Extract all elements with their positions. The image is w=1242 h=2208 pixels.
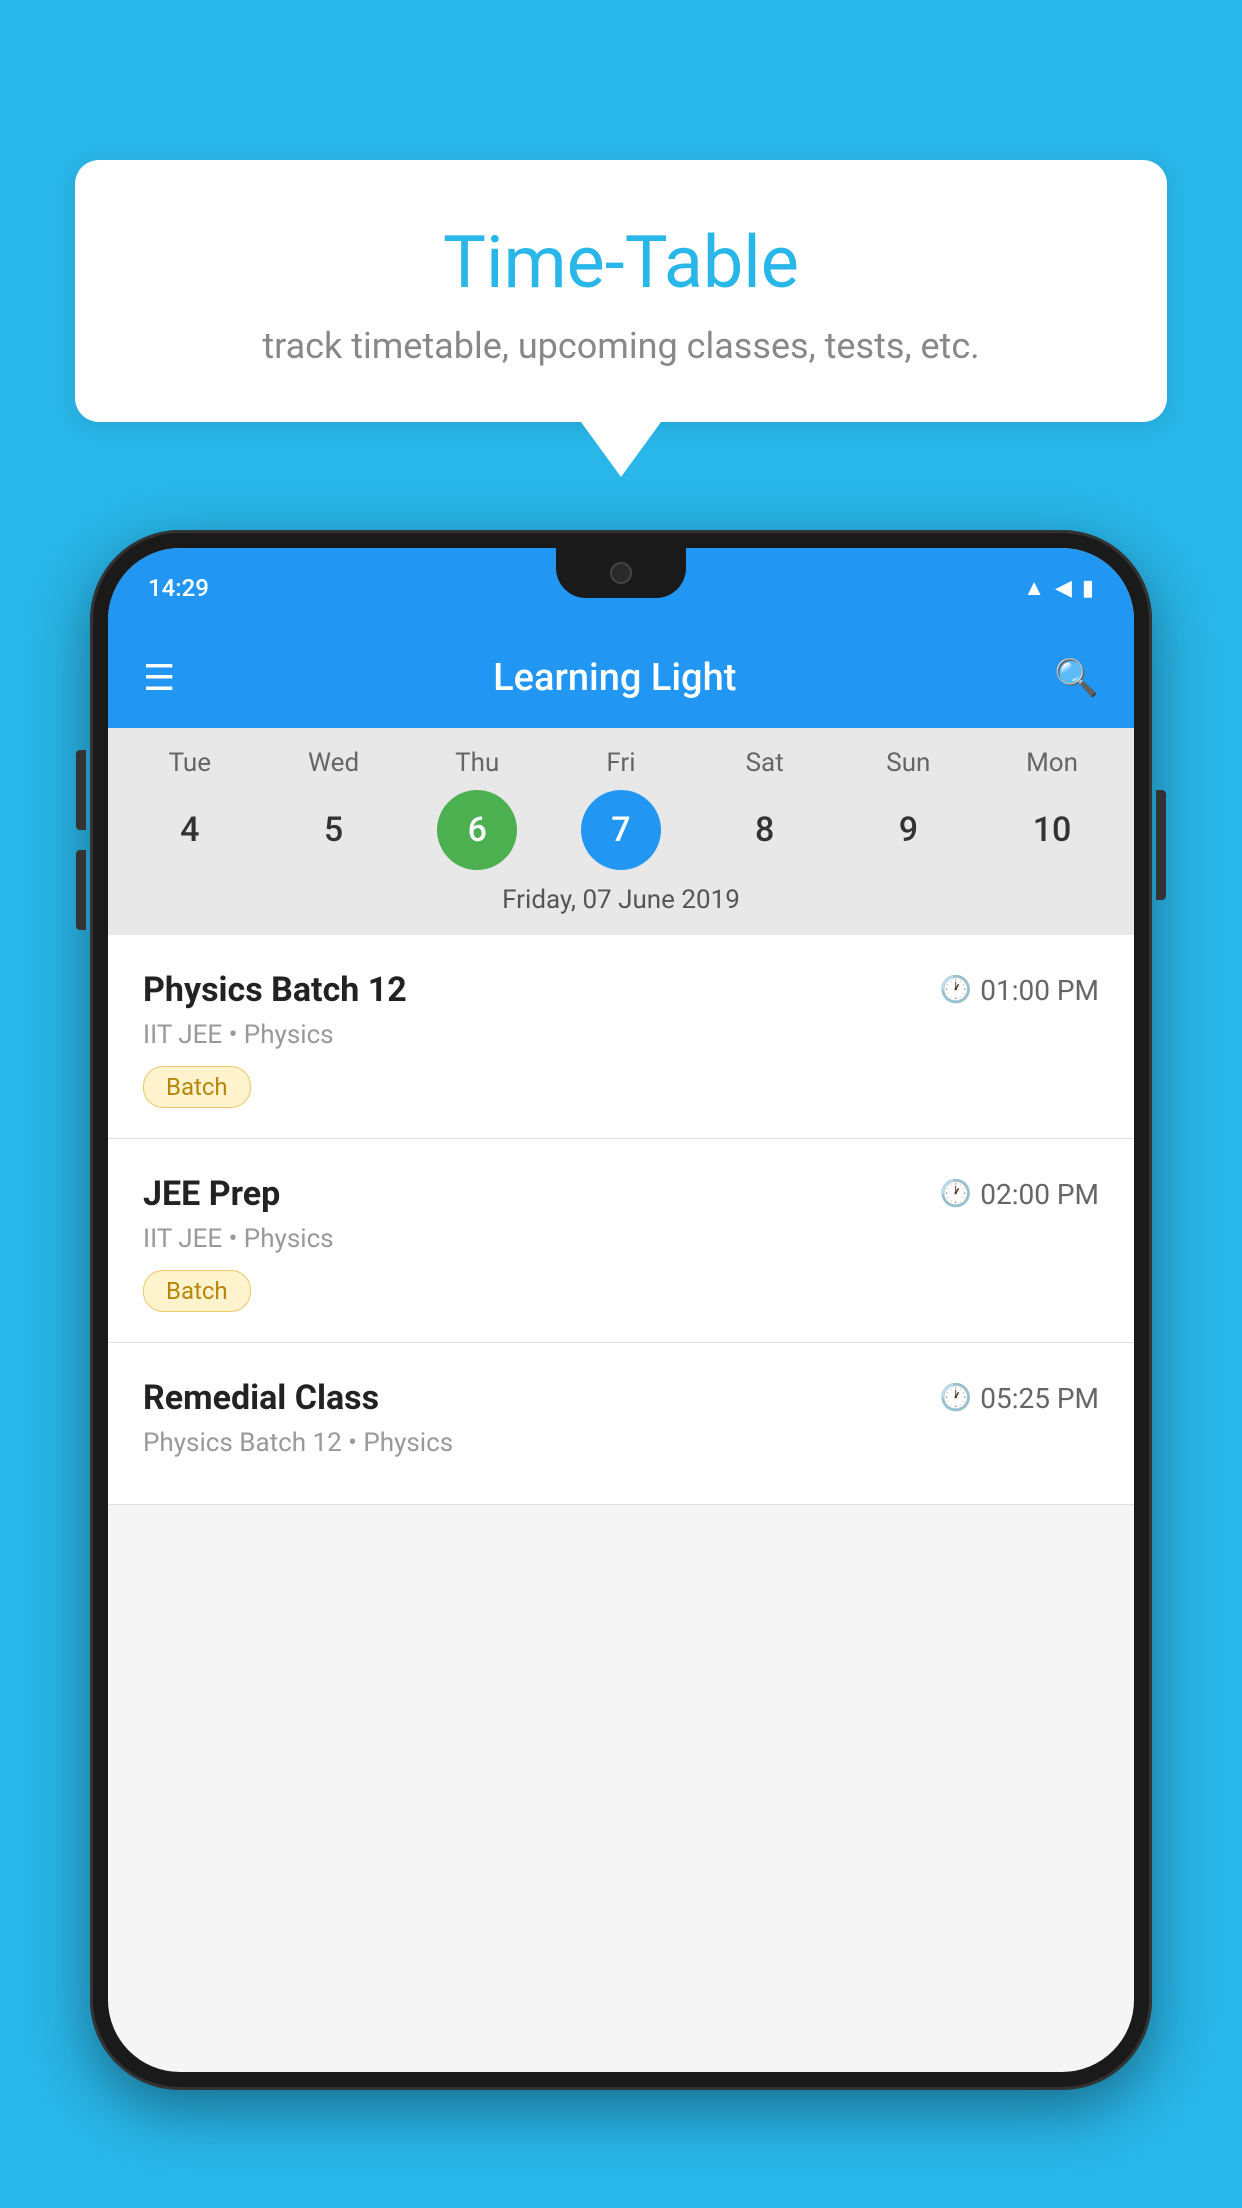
status-bar: 14:29 ▲ ◀ ▮ <box>108 548 1134 628</box>
schedule-item-time-text-2: 02:00 PM <box>980 1178 1099 1211</box>
calendar-strip: Tue Wed Thu Fri Sat Sun Mon 4 5 6 7 8 9 … <box>108 728 1134 935</box>
day-numbers: 4 5 6 7 8 9 10 <box>118 790 1124 870</box>
front-camera <box>610 562 632 584</box>
day-7-selected[interactable]: 7 <box>581 790 661 870</box>
schedule-item-time-2: 🕐 02:00 PM <box>940 1178 1099 1211</box>
schedule-item-header-2: JEE Prep 🕐 02:00 PM <box>143 1174 1099 1214</box>
schedule-item-title-1: Physics Batch 12 <box>143 970 407 1010</box>
schedule-item-meta-1: IIT JEE • Physics <box>143 1020 1099 1050</box>
schedule-list: Physics Batch 12 🕐 01:00 PM IIT JEE • Ph… <box>108 935 1134 1505</box>
volume-down-button <box>76 850 86 930</box>
speech-bubble-card: Time-Table track timetable, upcoming cla… <box>75 160 1167 422</box>
day-label-mon: Mon <box>1012 748 1092 778</box>
schedule-item-3[interactable]: Remedial Class 🕐 05:25 PM Physics Batch … <box>108 1343 1134 1505</box>
hamburger-icon[interactable]: ☰ <box>143 660 175 696</box>
day-4[interactable]: 4 <box>150 790 230 870</box>
schedule-item-header-1: Physics Batch 12 🕐 01:00 PM <box>143 970 1099 1010</box>
day-label-wed: Wed <box>294 748 374 778</box>
status-icons: ▲ ◀ ▮ <box>1023 575 1094 601</box>
selected-date-label: Friday, 07 June 2019 <box>118 885 1124 925</box>
app-bar: ☰ Learning Light 🔍 <box>108 628 1134 728</box>
signal-icon: ◀ <box>1055 576 1072 601</box>
phone-wrapper: 14:29 ▲ ◀ ▮ ☰ Learning Light 🔍 Tue <box>90 530 1152 2208</box>
batch-badge-2: Batch <box>143 1270 251 1312</box>
schedule-item-title-3: Remedial Class <box>143 1378 379 1418</box>
clock-icon-2: 🕐 <box>940 1179 972 1209</box>
schedule-item-time-3: 🕐 05:25 PM <box>940 1382 1099 1415</box>
app-title: Learning Light <box>205 656 1024 700</box>
day-6-today[interactable]: 6 <box>437 790 517 870</box>
day-9[interactable]: 9 <box>868 790 948 870</box>
day-label-tue: Tue <box>150 748 230 778</box>
day-5[interactable]: 5 <box>294 790 374 870</box>
schedule-item-time-1: 🕐 01:00 PM <box>940 974 1099 1007</box>
search-icon[interactable]: 🔍 <box>1054 657 1099 699</box>
volume-up-button <box>76 750 86 830</box>
day-label-fri: Fri <box>581 748 661 778</box>
schedule-item-meta-3: Physics Batch 12 • Physics <box>143 1428 1099 1458</box>
clock-icon-1: 🕐 <box>940 975 972 1005</box>
schedule-item-title-2: JEE Prep <box>143 1174 280 1214</box>
schedule-item-1[interactable]: Physics Batch 12 🕐 01:00 PM IIT JEE • Ph… <box>108 935 1134 1139</box>
phone-notch <box>556 548 686 598</box>
power-button <box>1156 790 1166 900</box>
schedule-item-header-3: Remedial Class 🕐 05:25 PM <box>143 1378 1099 1418</box>
battery-icon: ▮ <box>1082 576 1094 601</box>
day-8[interactable]: 8 <box>725 790 805 870</box>
schedule-item-2[interactable]: JEE Prep 🕐 02:00 PM IIT JEE • Physics Ba… <box>108 1139 1134 1343</box>
speech-bubble-title: Time-Table <box>125 220 1117 305</box>
day-label-sun: Sun <box>868 748 948 778</box>
day-10[interactable]: 10 <box>1012 790 1092 870</box>
wifi-icon: ▲ <box>1023 575 1045 601</box>
day-label-sat: Sat <box>725 748 805 778</box>
phone-screen: 14:29 ▲ ◀ ▮ ☰ Learning Light 🔍 Tue <box>108 548 1134 2072</box>
clock-icon-3: 🕐 <box>940 1383 972 1413</box>
schedule-item-time-text-3: 05:25 PM <box>980 1382 1099 1415</box>
status-time: 14:29 <box>148 574 209 602</box>
day-label-thu: Thu <box>437 748 517 778</box>
schedule-item-time-text-1: 01:00 PM <box>980 974 1099 1007</box>
speech-bubble-tail <box>581 422 661 477</box>
schedule-item-meta-2: IIT JEE • Physics <box>143 1224 1099 1254</box>
batch-badge-1: Batch <box>143 1066 251 1108</box>
phone-frame: 14:29 ▲ ◀ ▮ ☰ Learning Light 🔍 Tue <box>90 530 1152 2090</box>
day-headers: Tue Wed Thu Fri Sat Sun Mon <box>118 748 1124 778</box>
speech-bubble-subtitle: track timetable, upcoming classes, tests… <box>125 325 1117 367</box>
speech-bubble-container: Time-Table track timetable, upcoming cla… <box>75 160 1167 477</box>
